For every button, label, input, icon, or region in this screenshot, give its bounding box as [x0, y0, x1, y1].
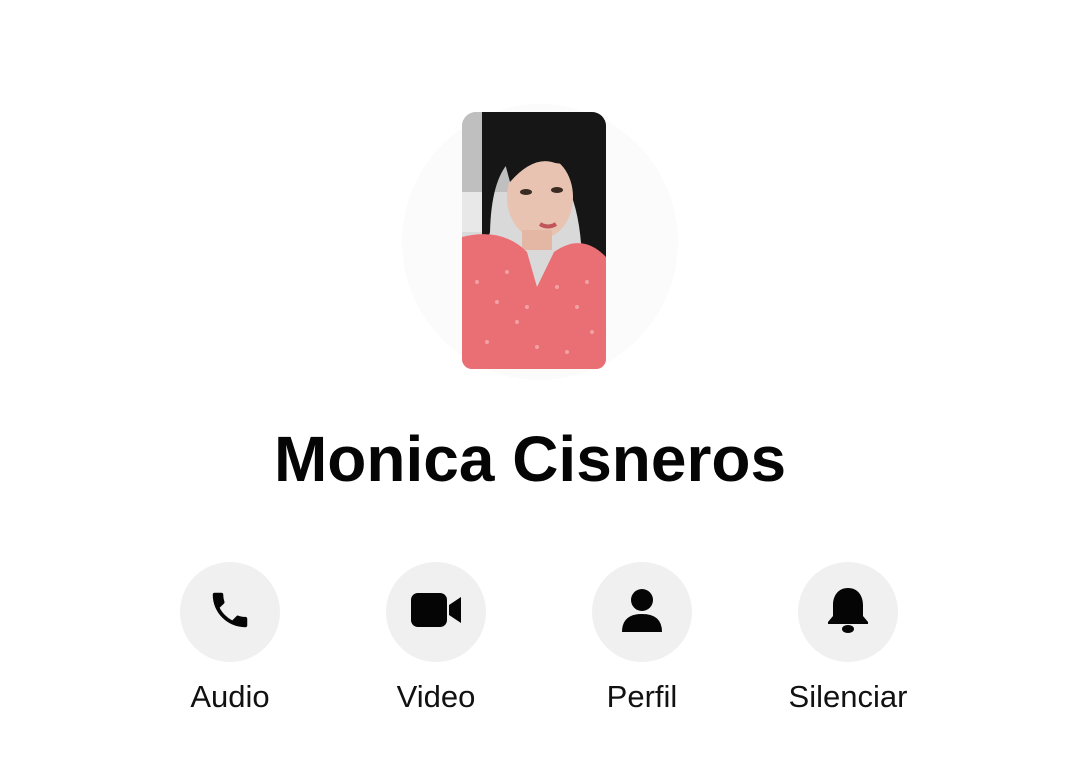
audio-call-button[interactable]	[180, 562, 280, 662]
mute-button[interactable]	[798, 562, 898, 662]
avatar-photo-illustration	[462, 112, 606, 369]
phone-icon	[207, 587, 253, 638]
video-call-button[interactable]	[386, 562, 486, 662]
profile-button[interactable]	[592, 562, 692, 662]
video-label: Video	[396, 679, 476, 714]
contact-name: Monica Cisneros	[273, 423, 787, 495]
video-camera-icon	[409, 590, 463, 635]
profile-action[interactable]: Perfil	[542, 562, 742, 715]
profile-icon	[620, 586, 664, 639]
audio-label: Audio	[190, 679, 270, 714]
mute-label: Silenciar	[788, 679, 908, 714]
bell-icon	[826, 585, 870, 640]
profile-label: Perfil	[606, 679, 678, 714]
mute-action[interactable]: Silenciar	[748, 562, 948, 715]
contact-screen: Monica Cisneros Audio Video Perfil Silen…	[0, 0, 1080, 773]
video-call-action[interactable]: Video	[336, 562, 536, 715]
avatar[interactable]	[462, 112, 606, 369]
audio-call-action[interactable]: Audio	[130, 562, 330, 715]
